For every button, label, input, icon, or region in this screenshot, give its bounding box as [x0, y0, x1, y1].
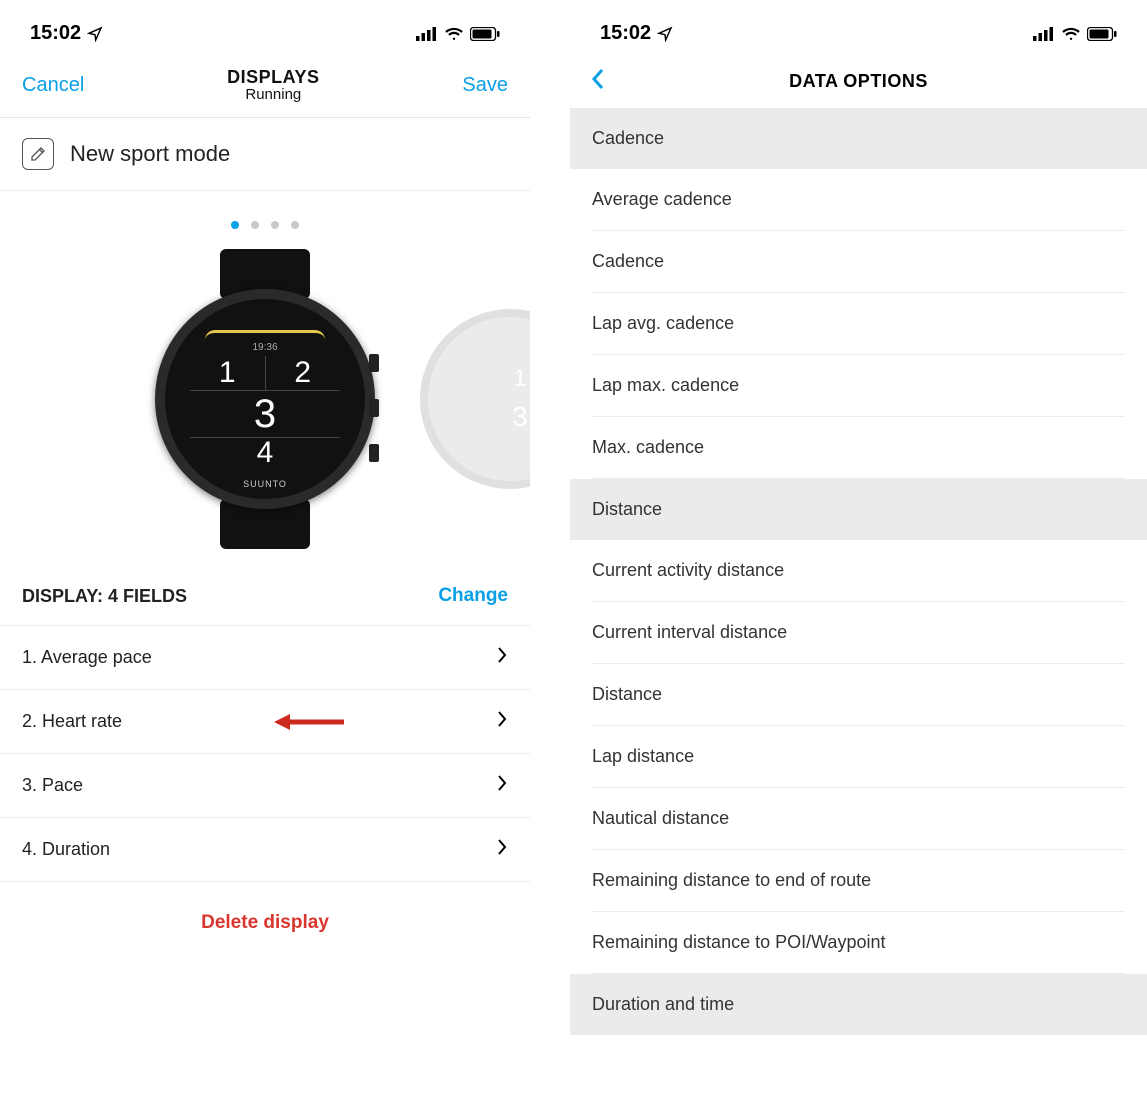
field-row-2[interactable]: 2. Heart rate	[0, 690, 530, 754]
wifi-icon	[444, 27, 464, 41]
watch-preview[interactable]: 19:36 1 2 3 4 SUUNTO 1 3	[0, 239, 530, 559]
watch-crown-icon	[369, 354, 379, 372]
wifi-icon	[1061, 27, 1081, 41]
cellular-icon	[416, 27, 438, 41]
nav-subtitle: Running	[227, 86, 319, 103]
option-current-activity-distance[interactable]: Current activity distance	[592, 540, 1125, 602]
options-header: DATA OPTIONS	[570, 55, 1147, 108]
battery-icon	[1087, 27, 1117, 41]
sport-mode-label: New sport mode	[70, 141, 230, 167]
option-current-interval-distance[interactable]: Current interval distance	[592, 602, 1125, 664]
section-header-distance: Distance	[570, 479, 1147, 540]
display-section-title: DISPLAY: 4 FIELDS	[22, 586, 187, 607]
watch-field-2: 2	[266, 356, 341, 391]
watch-crown-icon	[369, 444, 379, 462]
option-lap-max-cadence[interactable]: Lap max. cadence	[592, 355, 1125, 417]
chevron-right-icon	[496, 646, 508, 669]
field-label: 2. Heart rate	[22, 711, 122, 732]
status-icons	[1033, 27, 1117, 41]
save-button[interactable]: Save	[462, 74, 508, 97]
dot-4[interactable]	[291, 221, 299, 229]
field-label: 1. Average pace	[22, 647, 152, 668]
field-label: 3. Pace	[22, 775, 83, 796]
watch-side-field-2: 3	[428, 401, 530, 433]
section-header-cadence: Cadence	[570, 108, 1147, 169]
chevron-left-icon	[590, 67, 606, 91]
section-header-duration: Duration and time	[570, 974, 1147, 1035]
status-time: 15:02	[30, 22, 81, 45]
chevron-right-icon	[496, 774, 508, 797]
watch-time: 19:36	[252, 342, 277, 353]
data-options-screen: 15:02 DATA OPTIONS Cadence Average caden…	[570, 0, 1147, 1106]
status-time: 15:02	[600, 22, 651, 45]
nav-header: Cancel DISPLAYS Running Save	[0, 55, 530, 118]
watch-face-grid: 19:36 1 2 3 4	[190, 324, 340, 474]
option-lap-avg-cadence[interactable]: Lap avg. cadence	[592, 293, 1125, 355]
option-cadence[interactable]: Cadence	[592, 231, 1125, 293]
option-max-cadence[interactable]: Max. cadence	[592, 417, 1125, 479]
watch-preview-next[interactable]: 1 3	[420, 309, 530, 489]
status-bar: 15:02	[570, 0, 1147, 55]
dot-2[interactable]	[251, 221, 259, 229]
back-button[interactable]	[590, 66, 606, 98]
watch-field-3: 3	[190, 392, 340, 438]
sport-mode-row[interactable]: New sport mode	[0, 118, 530, 191]
location-icon	[87, 26, 103, 42]
field-row-1[interactable]: 1. Average pace	[0, 626, 530, 690]
watch-field-4: 4	[190, 436, 340, 470]
field-label: 4. Duration	[22, 839, 110, 860]
watch-crown-icon	[369, 399, 379, 417]
cancel-button[interactable]: Cancel	[22, 74, 84, 97]
option-remaining-distance-poi[interactable]: Remaining distance to POI/Waypoint	[592, 912, 1125, 974]
watch-arc-icon	[205, 330, 325, 340]
dot-3[interactable]	[271, 221, 279, 229]
watch-brand: SUUNTO	[243, 479, 287, 489]
delete-display-button[interactable]: Delete display	[0, 882, 530, 964]
watch-field-1: 1	[190, 356, 266, 391]
page-dots	[0, 191, 530, 239]
option-remaining-distance-route[interactable]: Remaining distance to end of route	[592, 850, 1125, 912]
battery-icon	[470, 27, 500, 41]
watch-side-field-1: 1	[428, 365, 530, 393]
watch-face: 19:36 1 2 3 4 SUUNTO	[155, 289, 375, 509]
displays-screen: 15:02 Cancel DISPLAYS Running Save New s…	[0, 0, 530, 1106]
option-average-cadence[interactable]: Average cadence	[592, 169, 1125, 231]
status-time-wrap: 15:02	[30, 22, 103, 45]
dot-1[interactable]	[231, 221, 239, 229]
display-section-header: DISPLAY: 4 FIELDS Change	[0, 559, 530, 626]
watch-wrap: 19:36 1 2 3 4 SUUNTO	[155, 289, 375, 509]
edit-icon	[22, 138, 54, 170]
option-nautical-distance[interactable]: Nautical distance	[592, 788, 1125, 850]
chevron-right-icon	[496, 710, 508, 733]
status-time-wrap: 15:02	[600, 22, 673, 45]
change-button[interactable]: Change	[438, 585, 508, 607]
location-icon	[657, 26, 673, 42]
status-bar: 15:02	[0, 0, 530, 55]
nav-title: DISPLAYS	[227, 67, 319, 88]
options-list: Cadence Average cadence Cadence Lap avg.…	[570, 108, 1147, 1035]
nav-title-wrap: DISPLAYS Running	[227, 67, 319, 103]
option-lap-distance[interactable]: Lap distance	[592, 726, 1125, 788]
cellular-icon	[1033, 27, 1055, 41]
annotation-arrow-icon	[274, 712, 344, 732]
options-title: DATA OPTIONS	[592, 71, 1125, 92]
status-icons	[416, 27, 500, 41]
field-row-3[interactable]: 3. Pace	[0, 754, 530, 818]
option-distance[interactable]: Distance	[592, 664, 1125, 726]
field-row-4[interactable]: 4. Duration	[0, 818, 530, 882]
chevron-right-icon	[496, 838, 508, 861]
